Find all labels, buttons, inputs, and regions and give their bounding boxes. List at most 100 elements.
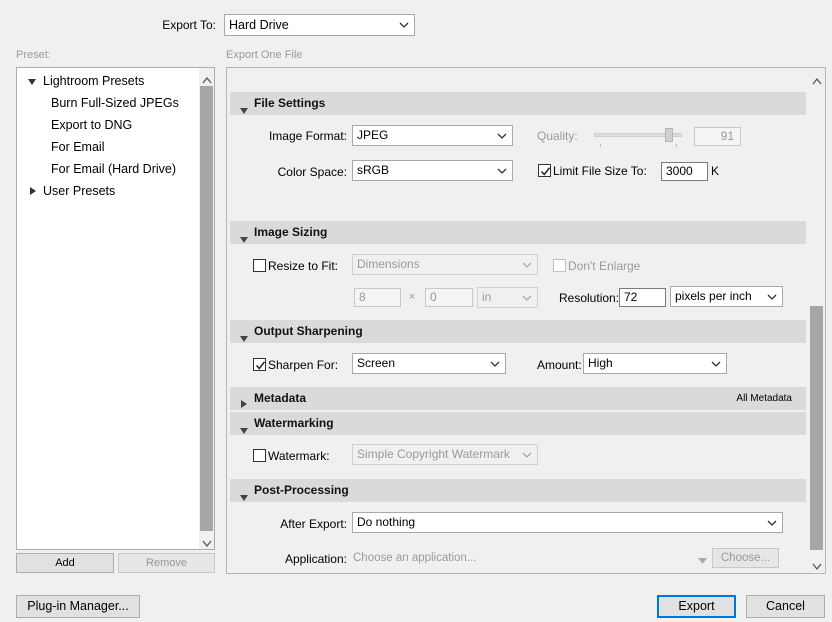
settings-scrollbar[interactable] (808, 68, 825, 573)
amount-select[interactable]: High (583, 353, 727, 374)
scroll-up-icon[interactable] (202, 73, 212, 87)
watermarking-header[interactable]: Watermarking (230, 412, 806, 435)
dont-enlarge-label: Don't Enlarge (568, 259, 641, 273)
image-format-value: JPEG (357, 128, 389, 142)
application-field[interactable]: Choose an application... (353, 552, 476, 564)
expand-triangle-icon[interactable] (27, 76, 37, 90)
expand-triangle-icon (239, 420, 249, 443)
chevron-down-icon (497, 166, 507, 176)
choose-application-button[interactable]: Choose... (712, 548, 779, 568)
resolution-label: Resolution: (559, 291, 620, 305)
export-to-value: Hard Drive (229, 18, 289, 32)
size-unit-value: in (482, 290, 492, 304)
metadata-header[interactable]: Metadata All Metadata (230, 387, 806, 410)
section-title: Image Sizing (254, 225, 328, 239)
expand-triangle-icon (239, 229, 249, 252)
image-sizing-header[interactable]: Image Sizing (230, 221, 806, 244)
watermark-value: Simple Copyright Watermark (357, 447, 510, 461)
preset-label: Preset: (16, 49, 51, 61)
preset-group-user[interactable]: User Presets (43, 184, 115, 198)
chevron-down-icon (399, 20, 409, 30)
checkmark-icon (255, 361, 266, 370)
color-space-value: sRGB (357, 163, 390, 177)
resize-mode-value: Dimensions (357, 257, 420, 271)
export-to-select[interactable]: Hard Drive (224, 14, 415, 36)
preset-item[interactable]: For Email (51, 140, 104, 154)
scroll-up-icon[interactable] (812, 74, 822, 88)
settings-scrollbar-thumb[interactable] (810, 306, 823, 550)
watermark-select[interactable]: Simple Copyright Watermark (352, 444, 538, 465)
preset-group-lightroom[interactable]: Lightroom Presets (43, 74, 144, 88)
size-unit-select[interactable]: in (477, 287, 538, 308)
collapse-triangle-icon[interactable] (28, 185, 38, 199)
resolution-unit-value: pixels per inch (675, 289, 752, 303)
metadata-summary: All Metadata (736, 393, 792, 404)
quality-label: Quality: (537, 129, 578, 143)
application-dropdown-icon[interactable] (698, 554, 707, 568)
image-format-label: Image Format: (268, 129, 347, 143)
section-title: Watermarking (254, 416, 334, 430)
preset-scrollbar[interactable] (199, 68, 214, 549)
output-sharpening-header[interactable]: Output Sharpening (230, 320, 806, 343)
chevron-down-icon (767, 518, 777, 528)
amount-value: High (588, 356, 613, 370)
plugin-manager-button[interactable]: Plug-in Manager... (16, 595, 140, 618)
preset-item[interactable]: Export to DNG (51, 118, 132, 132)
post-processing-header[interactable]: Post-Processing (230, 479, 806, 502)
section-title: Output Sharpening (254, 324, 363, 338)
color-space-label: Color Space: (277, 165, 347, 179)
slider-tick (600, 144, 601, 147)
export-to-label: Export To: (162, 18, 216, 32)
quality-slider[interactable] (594, 128, 684, 147)
chevron-down-icon (497, 131, 507, 141)
preset-tree (16, 67, 215, 550)
application-label: Application: (284, 552, 347, 566)
checkmark-icon (540, 167, 551, 176)
sharpen-for-label: Sharpen For: (268, 358, 339, 372)
resolution-unit-select[interactable]: pixels per inch (670, 286, 783, 307)
expand-triangle-icon (239, 487, 249, 510)
resize-to-fit-checkbox[interactable] (253, 259, 266, 272)
preset-item[interactable]: For Email (Hard Drive) (51, 162, 176, 176)
remove-preset-button[interactable]: Remove (118, 553, 215, 573)
resize-to-fit-label: Resize to Fit: (268, 259, 339, 273)
section-title: Metadata (254, 391, 307, 405)
sharpen-for-checkbox[interactable] (253, 358, 266, 371)
height-input[interactable]: 0 (425, 288, 473, 307)
chevron-down-icon (490, 359, 500, 369)
chevron-down-icon (522, 293, 532, 303)
limit-file-size-checkbox[interactable] (538, 164, 551, 177)
add-preset-button[interactable]: Add (16, 553, 114, 573)
sharpen-for-select[interactable]: Screen (352, 353, 506, 374)
export-one-file-label: Export One File (226, 49, 303, 61)
section-title: Post-Processing (254, 483, 349, 497)
resolution-input[interactable]: 72 (619, 288, 666, 307)
dont-enlarge-checkbox[interactable] (553, 259, 566, 272)
after-export-label: After Export: (280, 517, 347, 531)
limit-file-size-unit: K (711, 164, 720, 178)
export-button[interactable]: Export (657, 595, 736, 618)
width-input[interactable]: 8 (354, 288, 401, 307)
preset-scrollbar-thumb[interactable] (200, 86, 213, 531)
resize-mode-select[interactable]: Dimensions (352, 254, 538, 275)
chevron-down-icon (522, 260, 532, 270)
quality-slider-thumb[interactable] (665, 128, 673, 142)
amount-label: Amount: (537, 358, 582, 372)
limit-file-size-input[interactable]: 3000 (661, 162, 708, 181)
after-export-value: Do nothing (357, 515, 416, 529)
watermark-checkbox[interactable] (253, 449, 266, 462)
scroll-down-icon[interactable] (812, 560, 822, 574)
color-space-select[interactable]: sRGB (352, 160, 513, 181)
scroll-down-icon[interactable] (202, 537, 212, 551)
file-settings-header[interactable]: File Settings (230, 92, 806, 115)
quality-input[interactable]: 91 (694, 127, 741, 146)
after-export-select[interactable]: Do nothing (352, 512, 783, 533)
image-format-select[interactable]: JPEG (352, 125, 513, 146)
cancel-button[interactable]: Cancel (746, 595, 825, 618)
sharpen-for-value: Screen (357, 356, 396, 370)
watermark-label: Watermark: (268, 449, 330, 463)
expand-triangle-icon (239, 100, 249, 123)
chevron-down-icon (767, 292, 777, 302)
preset-item[interactable]: Burn Full-Sized JPEGs (51, 96, 179, 110)
section-title: File Settings (254, 96, 326, 110)
